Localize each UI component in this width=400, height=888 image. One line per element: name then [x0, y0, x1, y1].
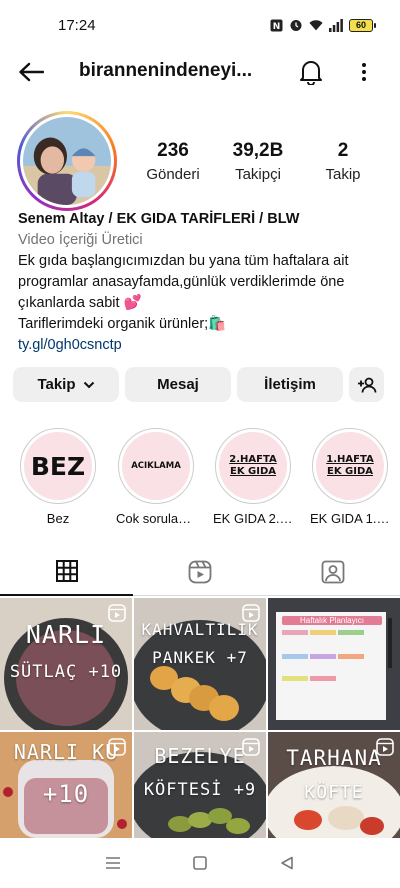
more-vertical-icon	[362, 63, 366, 81]
bio-line: çıkanlarda sabit 💕	[18, 295, 142, 311]
system-back-button[interactable]	[272, 848, 302, 878]
profile-bio: Senem Altay / EK GIDA TARİFLERİ / BLW Vi…	[18, 209, 388, 356]
follow-button[interactable]: Takip	[13, 367, 119, 402]
message-button[interactable]: Mesaj	[125, 367, 231, 402]
highlight-label: Bez	[46, 511, 70, 526]
bell-icon	[300, 61, 322, 85]
post-title: NARLI	[25, 620, 107, 649]
home-button[interactable]	[185, 848, 215, 878]
stat-value: 236	[157, 140, 189, 161]
status-icons: N 60	[269, 18, 376, 32]
highlight-label: EK GIDA 1.HA...	[310, 511, 390, 526]
bio-line: programlar anasayfamda,günlük verdikleri…	[18, 274, 345, 290]
post-subtitle: KÖFTESİ +9	[143, 780, 257, 800]
post-tile[interactable]: NARLI KU +10	[0, 732, 132, 838]
alarm-icon	[289, 18, 303, 32]
profile-avatar[interactable]	[17, 111, 117, 211]
back-button[interactable]	[16, 58, 46, 86]
profile-category[interactable]: Video İçeriği Üretici	[18, 230, 388, 251]
svg-text:N: N	[272, 22, 280, 32]
profile-header: birannenindeneyi...	[0, 50, 400, 94]
highlight-cover: ACIKLAMA	[122, 432, 190, 500]
post-subtitle: SÜTLAÇ +10	[9, 662, 123, 682]
reel-icon	[242, 604, 260, 622]
tab-reels[interactable]	[133, 548, 267, 596]
highlight-week-1[interactable]: 1.HAFTA EK GIDA EK GIDA 1.HA...	[310, 428, 390, 526]
menu-icon	[106, 857, 121, 869]
posts-grid: NARLI SÜTLAÇ +10 KAHVALTILIK PANKEK +7 H…	[0, 598, 400, 838]
stat-label: Takip	[325, 166, 361, 183]
highlight-cover: 1.HAFTA EK GIDA	[316, 432, 384, 500]
post-tile[interactable]: BEZELYE KÖFTESİ +9	[134, 732, 266, 838]
stat-value: 39,2B	[232, 140, 284, 161]
contact-button[interactable]: İletişim	[237, 367, 343, 402]
status-bar: 17:24 N 60	[0, 0, 400, 50]
reel-icon	[376, 738, 394, 756]
followers-count[interactable]: 39,2B Takipçi	[213, 140, 303, 183]
bio-link[interactable]: ty.gl/0gh0csnctp	[18, 335, 388, 356]
back-triangle-icon	[280, 856, 293, 870]
tab-posts[interactable]	[0, 548, 134, 596]
home-square-icon	[193, 856, 207, 870]
following-count[interactable]: 2 Takip	[298, 140, 388, 183]
highlight-week-2[interactable]: 2.HAFTA EK GIDA EK GIDA 2.HA...	[213, 428, 293, 526]
stat-label: Takipçi	[235, 166, 281, 183]
tagged-icon	[321, 560, 345, 583]
recent-apps-button[interactable]	[98, 848, 128, 878]
post-title: KAHVALTILIK	[141, 620, 259, 639]
tab-tagged[interactable]	[266, 548, 400, 596]
more-options-button[interactable]	[352, 58, 376, 86]
bio-line: Tariflerimdeki organik ürünler;🛍️	[18, 316, 227, 332]
stat-label: Gönderi	[146, 166, 200, 183]
wifi-icon	[309, 18, 323, 32]
profile-actions: Takip Mesaj İletişim	[13, 367, 388, 402]
reel-icon	[242, 738, 260, 756]
reels-icon	[188, 560, 212, 583]
content-tabs	[0, 548, 400, 596]
post-tile[interactable]: NARLI SÜTLAÇ +10	[0, 598, 132, 730]
signal-icon	[329, 18, 343, 32]
reel-icon	[108, 738, 126, 756]
highlight-cover: BEZ	[24, 432, 92, 500]
post-subtitle: +10	[42, 780, 90, 808]
message-button-label: Mesaj	[157, 376, 199, 393]
bio-line: Ek gıda başlangıcımızdan bu yana tüm haf…	[18, 253, 349, 269]
nfc-icon: N	[269, 18, 283, 32]
posts-count[interactable]: 236 Gönderi	[128, 140, 218, 183]
chevron-down-icon	[83, 381, 94, 388]
follow-button-label: Takip	[37, 376, 76, 393]
status-time: 17:24	[58, 16, 96, 34]
battery-icon: 60	[349, 18, 376, 32]
notifications-button[interactable]	[297, 58, 325, 86]
suggested-people-button[interactable]	[349, 367, 384, 402]
profile-username: birannenindeneyi...	[79, 60, 253, 81]
post-subtitle: PANKEK +7	[152, 648, 248, 667]
highlight-cover: 2.HAFTA EK GIDA	[219, 432, 287, 500]
post-title: Haftalık Planlayıcı	[282, 616, 382, 625]
profile-name: Senem Altay / EK GIDA TARİFLERİ / BLW	[18, 211, 300, 227]
stat-value: 2	[337, 140, 349, 161]
post-tile[interactable]: Haftalık Planlayıcı	[268, 598, 400, 730]
post-tile[interactable]: KAHVALTILIK PANKEK +7	[134, 598, 266, 730]
battery-level: 60	[349, 18, 373, 32]
system-navigation-bar	[0, 838, 400, 888]
grid-icon	[55, 560, 78, 582]
post-subtitle: KÖFTE	[304, 782, 364, 803]
post-tile[interactable]: TARHANA KÖFTE	[268, 732, 400, 838]
reel-icon	[108, 604, 126, 622]
avatar	[23, 117, 111, 205]
highlight-label: EK GIDA 2.HA...	[213, 511, 293, 526]
add-user-icon	[357, 377, 376, 393]
back-arrow-icon	[19, 62, 44, 82]
highlight-faq[interactable]: ACIKLAMA Cok sorulanlar	[116, 428, 196, 526]
highlight-bez[interactable]: BEZ Bez	[18, 428, 98, 526]
contact-button-label: İletişim	[264, 376, 316, 393]
highlight-label: Cok sorulanlar	[116, 511, 196, 526]
